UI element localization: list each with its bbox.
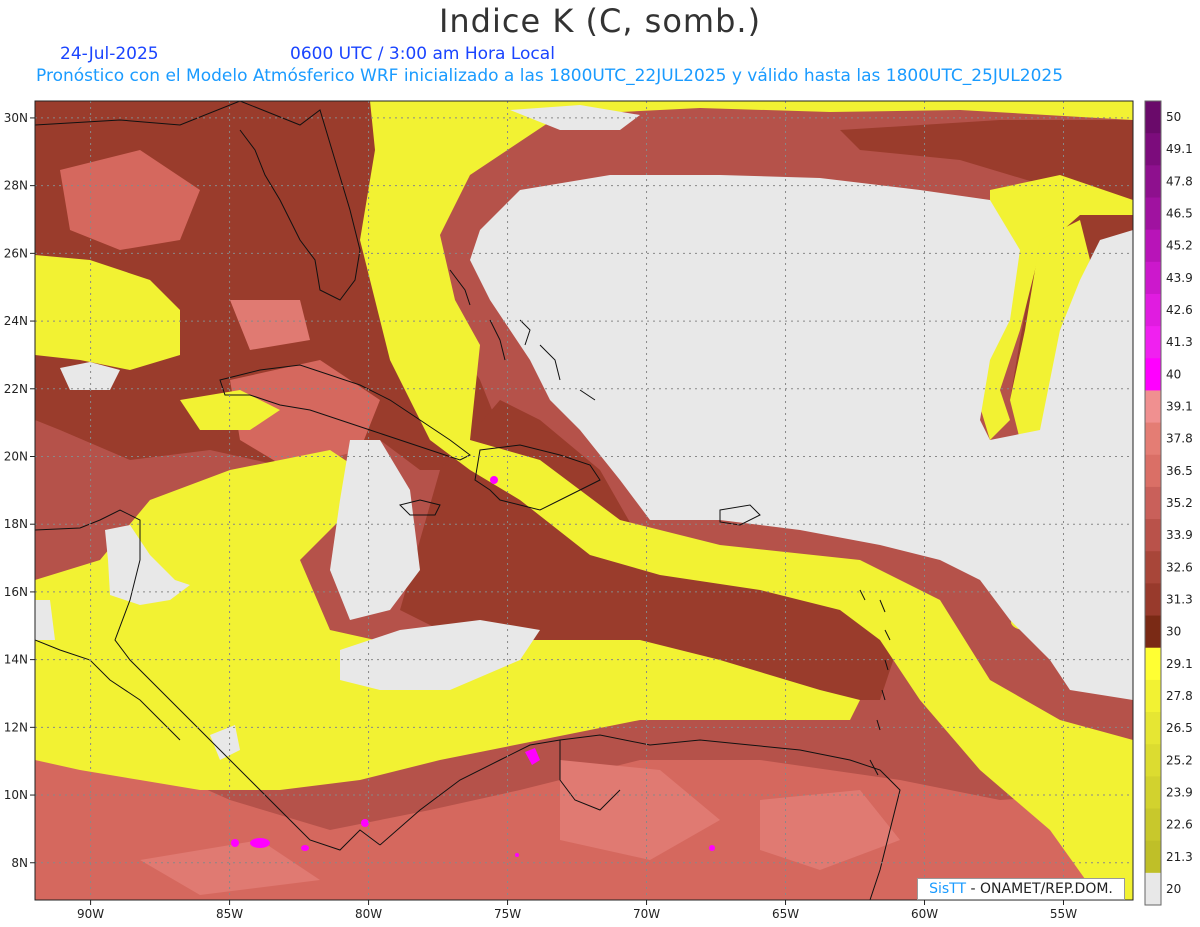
colorbar-label: 41.3 <box>1166 335 1193 349</box>
colorbar-label: 43.9 <box>1166 271 1193 285</box>
colorbar-swatch <box>1145 261 1161 295</box>
colorbar-swatch <box>1145 454 1161 488</box>
colorbar-label: 40 <box>1166 367 1181 381</box>
colorbar-label: 33.9 <box>1166 528 1193 542</box>
lon-label: 85W <box>216 907 243 921</box>
colorbar-swatch <box>1145 293 1161 327</box>
colorbar-swatch <box>1145 133 1161 166</box>
colorbar-swatch <box>1145 390 1161 424</box>
colorbar-swatch <box>1145 101 1161 134</box>
colorbar-label: 20 <box>1166 882 1181 896</box>
credit-org: - ONAMET/REP.DOM. <box>966 881 1113 897</box>
lat-label: 10N <box>4 788 28 802</box>
lon-label: 90W <box>77 907 104 921</box>
lon-label: 80W <box>355 907 382 921</box>
lat-label: 12N <box>4 720 28 734</box>
colorbar-swatch <box>1145 486 1161 520</box>
colorbar-swatch <box>1145 808 1161 842</box>
colorbar-swatch <box>1145 326 1161 359</box>
colorbar-swatch <box>1145 615 1161 649</box>
colorbar-swatch <box>1145 422 1161 456</box>
lat-label: 22N <box>4 382 28 396</box>
colorbar-label: 23.9 <box>1166 785 1193 799</box>
credit-box: SisTT - ONAMET/REP.DOM. <box>917 878 1125 900</box>
colorbar-label: 35.2 <box>1166 496 1193 510</box>
colorbar-swatch <box>1145 872 1161 906</box>
lat-label: 16N <box>4 585 28 599</box>
colorbar-label: 32.6 <box>1166 560 1193 574</box>
colorbar-label: 45.2 <box>1166 239 1193 253</box>
colorbar-label: 47.8 <box>1166 174 1193 188</box>
colorbar-label: 31.3 <box>1166 592 1193 606</box>
colorbar-label: 27.8 <box>1166 689 1193 703</box>
colorbar-swatch <box>1145 358 1161 391</box>
lat-label: 26N <box>4 246 28 260</box>
colorbar-label: 29.1 <box>1166 657 1193 671</box>
colorbar-label: 25.2 <box>1166 753 1193 767</box>
colorbar-swatch <box>1145 647 1161 681</box>
lat-label: 14N <box>4 653 28 667</box>
lon-label: 65W <box>772 907 799 921</box>
colorbar-label: 49.1 <box>1166 142 1193 156</box>
lat-label: 30N <box>4 111 28 125</box>
lon-label: 55W <box>1050 907 1077 921</box>
colorbar-label: 42.6 <box>1166 303 1193 317</box>
colorbar-label: 50 <box>1166 110 1181 124</box>
colorbar-label: 21.3 <box>1166 850 1193 864</box>
colorbar-swatch <box>1145 551 1161 584</box>
colorbar-swatch <box>1145 712 1161 745</box>
lat-label: 18N <box>4 517 28 531</box>
credit-logo: SisTT <box>929 881 967 897</box>
lon-label: 75W <box>494 907 521 921</box>
lat-label: 28N <box>4 179 28 193</box>
colorbar: 50 49.1 47.8 46.5 45.2 43.9 42.6 41.3 40 39.1 37.8… <box>1144 100 1193 906</box>
k-index-map: 30N 28N 26N 24N 22N 20N 18N 16N 14N 12N 10N 8N 90W 8… <box>4 100 1193 921</box>
colorbar-swatch <box>1145 229 1161 263</box>
colorbar-swatch <box>1145 840 1161 874</box>
colorbar-swatch <box>1145 197 1161 231</box>
latitude-axis: 30N 28N 26N 24N 22N 20N 18N 16N 14N 12N 10N 8N <box>4 111 35 870</box>
lon-label: 60W <box>911 907 938 921</box>
colorbar-label: 39.1 <box>1166 400 1193 414</box>
colorbar-label: 37.8 <box>1166 432 1193 446</box>
colorbar-label: 22.6 <box>1166 818 1193 832</box>
colorbar-swatch <box>1145 776 1161 810</box>
lat-label: 20N <box>4 449 28 463</box>
colorbar-swatch <box>1145 165 1161 198</box>
colorbar-label: 36.5 <box>1166 464 1193 478</box>
colorbar-swatch <box>1145 679 1161 713</box>
colorbar-swatch <box>1145 583 1161 617</box>
colorbar-swatch <box>1145 744 1161 777</box>
colorbar-label: 30 <box>1166 625 1181 639</box>
lat-label: 24N <box>4 314 28 328</box>
lon-label: 70W <box>633 907 660 921</box>
colorbar-label: 26.5 <box>1166 721 1193 735</box>
colorbar-swatch <box>1145 519 1161 552</box>
longitude-axis: 90W 85W 80W 75W 70W 65W 60W 55W <box>77 900 1077 921</box>
colorbar-label: 46.5 <box>1166 207 1193 221</box>
field-layer <box>35 101 1133 900</box>
lat-label: 8N <box>11 856 28 870</box>
